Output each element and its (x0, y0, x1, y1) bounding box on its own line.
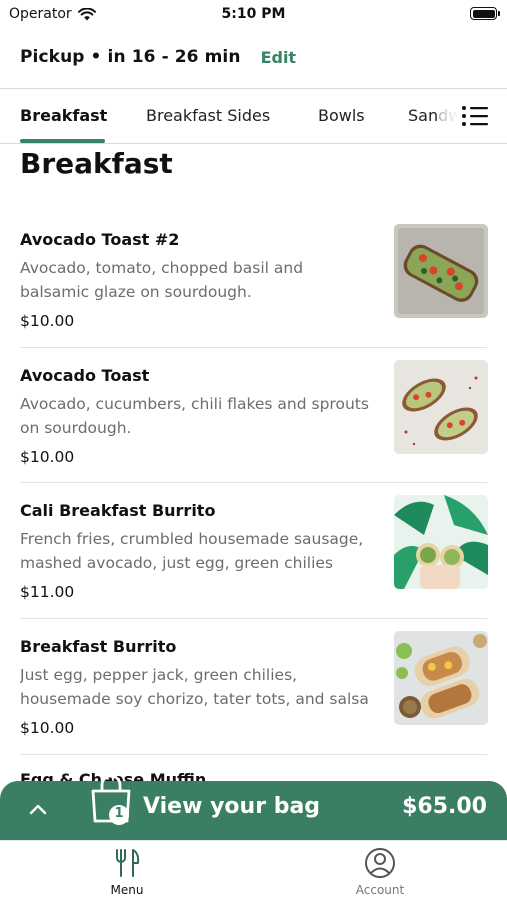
view-bag-button[interactable]: 1 View your bag $65.00 (0, 774, 507, 840)
tab-breakfast[interactable]: Breakfast (20, 106, 107, 125)
item-divider (20, 347, 487, 348)
nav-menu[interactable]: Menu (67, 847, 187, 897)
tabs-divider (0, 143, 507, 144)
item-description: Just egg, pepper jack, green chilies, ho… (20, 666, 369, 708)
item-name: Breakfast Burrito (20, 637, 177, 656)
category-tabs: Breakfast Breakfast Sides Bowls Sandwich… (0, 89, 507, 144)
item-name: Cali Breakfast Burrito (20, 501, 216, 520)
menu-item[interactable]: Breakfast Burrito Just egg, pepper jack,… (20, 631, 488, 772)
item-description: Avocado, cucumbers, chili flakes and spr… (20, 395, 369, 437)
tab-bowls[interactable]: Bowls (318, 106, 365, 125)
nav-account[interactable]: Account (320, 847, 440, 897)
item-price: $10.00 (20, 448, 75, 466)
bag-count-badge: 1 (114, 806, 124, 821)
menu-item[interactable]: Avocado Toast #2 Avocado, tomato, choppe… (20, 224, 488, 365)
item-description: French fries, crumbled housemade sausage… (20, 530, 364, 572)
menu-item[interactable]: Avocado Toast Avocado, cucumbers, chili … (20, 360, 488, 501)
menu-item[interactable]: Cali Breakfast Burrito French fries, cru… (20, 495, 488, 636)
section-title: Breakfast (20, 147, 173, 180)
item-photo (394, 631, 488, 725)
pickup-eta: Pickup • in 16 - 26 min (20, 47, 241, 67)
nav-account-label: Account (355, 883, 405, 897)
item-description: Avocado, tomato, chopped basil and balsa… (20, 259, 304, 301)
item-price: $10.00 (20, 312, 75, 330)
fork-knife-icon (116, 849, 140, 877)
nav-menu-label: Menu (110, 883, 144, 897)
edit-pickup-link[interactable]: Edit (261, 48, 297, 67)
item-price: $11.00 (20, 583, 75, 601)
item-name: Avocado Toast (20, 366, 150, 385)
item-photo (394, 224, 488, 318)
clock: 5:10 PM (221, 6, 286, 22)
item-photo (394, 495, 488, 589)
battery-icon (470, 7, 500, 20)
account-icon (365, 848, 395, 878)
item-divider (20, 754, 487, 755)
view-bag-label: View your bag (143, 794, 321, 819)
chevron-up-icon[interactable] (26, 798, 50, 822)
pickup-header: Pickup • in 16 - 26 min Edit (20, 42, 296, 72)
item-divider (20, 482, 487, 483)
status-bar: Operator 5:10 PM (0, 0, 507, 30)
tab-breakfast-sides[interactable]: Breakfast Sides (146, 106, 270, 125)
category-list-icon[interactable] (461, 104, 489, 128)
item-photo (394, 360, 488, 454)
item-divider (20, 618, 487, 619)
item-price: $10.00 (20, 719, 75, 737)
bottom-nav: Menu Account (0, 840, 507, 900)
item-name: Avocado Toast #2 (20, 230, 180, 249)
bag-total: $65.00 (402, 794, 487, 819)
